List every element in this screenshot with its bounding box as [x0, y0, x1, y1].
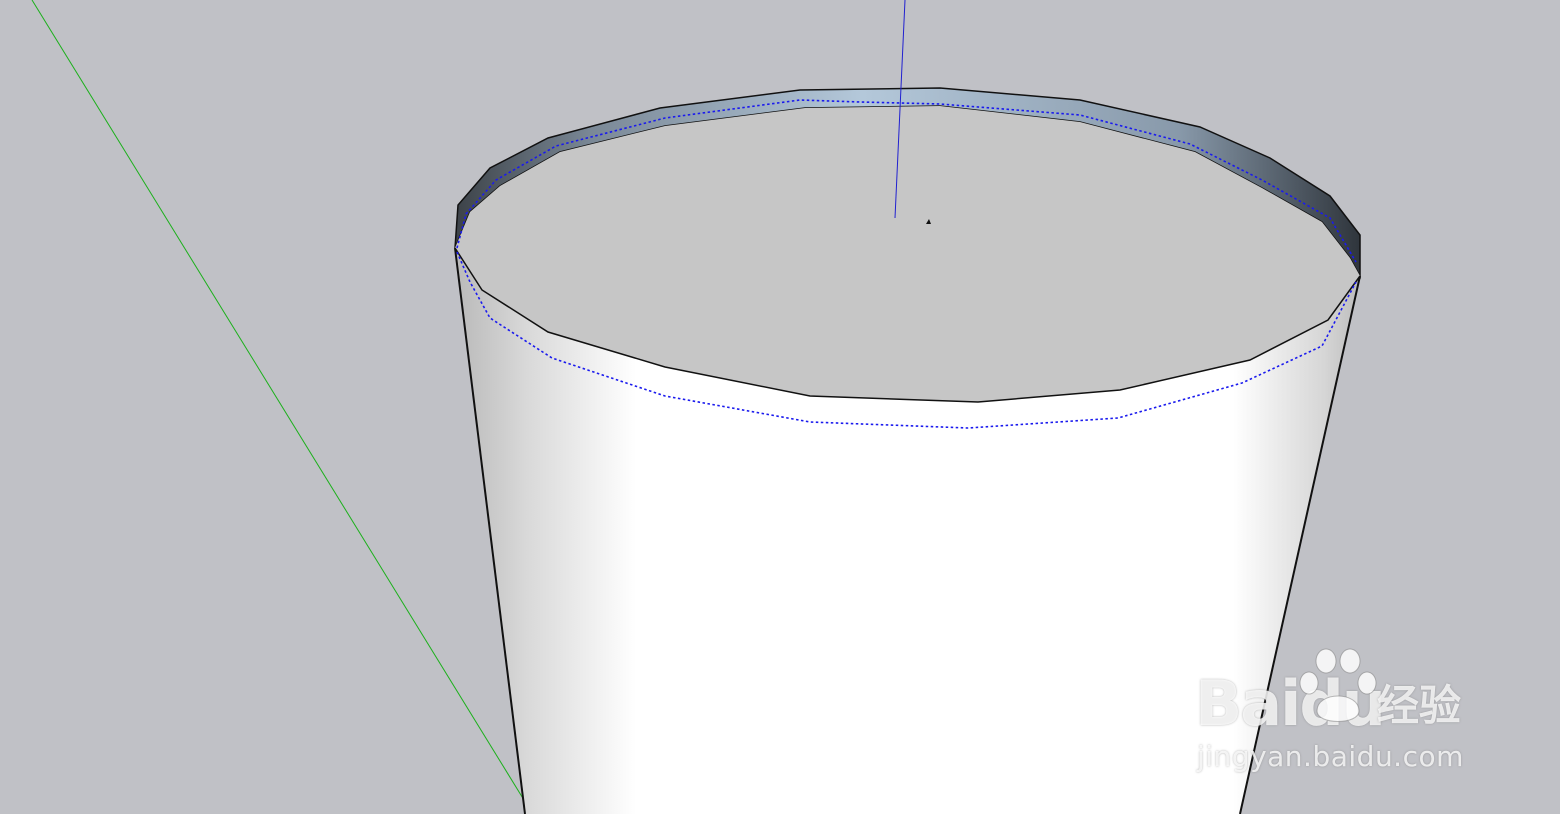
green-axis-line	[31, 0, 525, 801]
modeling-viewport[interactable]: Baidu 经验 jingyan.baidu.com	[0, 0, 1560, 814]
paw-icon	[1299, 648, 1377, 722]
watermark-cn-text: 经验	[1377, 681, 1462, 730]
watermark-url-text: jingyan.baidu.com	[1197, 740, 1464, 773]
baidu-jingyan-watermark: Baidu 经验 jingyan.baidu.com	[1195, 645, 1485, 785]
